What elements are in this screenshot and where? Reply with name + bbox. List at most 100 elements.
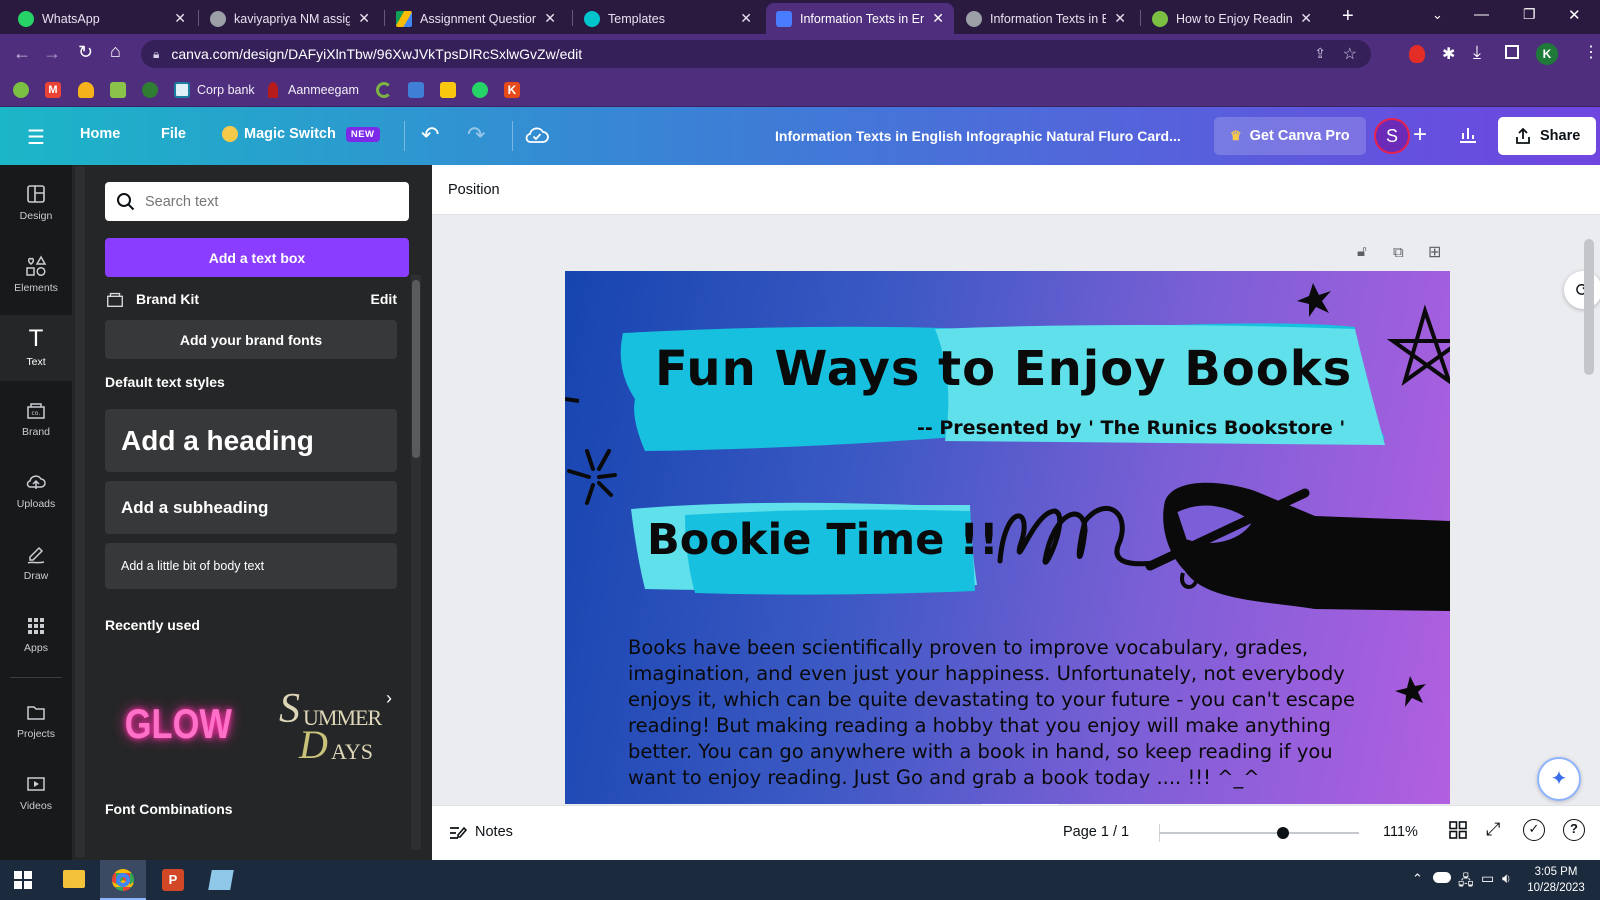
back-icon[interactable]: ←: [13, 43, 31, 64]
side-panel-icon[interactable]: [1505, 45, 1519, 59]
bookmark-item[interactable]: [376, 81, 392, 99]
home-icon[interactable]: ⌂: [110, 41, 121, 62]
zoom-level[interactable]: 111%: [1383, 824, 1418, 840]
magic-switch-button[interactable]: Magic Switch NEW: [222, 126, 380, 142]
taskbar-chrome-active[interactable]: [100, 860, 146, 900]
browser-tab[interactable]: kaviyapriya NM assign ✕: [200, 3, 380, 34]
recent-font-glow[interactable]: GLOW: [105, 649, 252, 799]
panel-scrollbar[interactable]: [411, 275, 421, 850]
analytics-icon[interactable]: [1458, 124, 1478, 144]
bookmark-aanmeegam[interactable]: Aanmeegam: [268, 81, 359, 99]
bookmark-item[interactable]: [472, 81, 488, 99]
carousel-next-icon[interactable]: ›: [377, 688, 401, 712]
add-brand-fonts-button[interactable]: Add your brand fonts: [105, 320, 397, 359]
search-input[interactable]: [145, 193, 385, 210]
workspace-scrollbar[interactable]: [1584, 225, 1594, 795]
add-subheading-button[interactable]: Add a subheading: [105, 481, 397, 534]
undo-icon[interactable]: ↶: [421, 122, 439, 148]
close-tab-icon[interactable]: ✕: [358, 10, 370, 27]
position-button[interactable]: Position: [448, 182, 500, 198]
close-tab-icon[interactable]: ✕: [1114, 10, 1126, 27]
magic-assistant-icon[interactable]: ✦: [1537, 757, 1581, 801]
share-page-icon[interactable]: ⇪: [1314, 45, 1326, 62]
workspace-scrollbar-thumb[interactable]: [1584, 239, 1594, 375]
page-indicator[interactable]: Page 1 / 1: [1063, 824, 1129, 840]
help-icon[interactable]: ?: [1563, 819, 1585, 841]
restore-icon[interactable]: ❐: [1523, 6, 1536, 23]
design-title[interactable]: Information Texts in English Infographic…: [775, 128, 1181, 144]
notes-button[interactable]: Notes: [448, 823, 513, 841]
bookmark-item[interactable]: [78, 81, 94, 99]
rail-item-elements[interactable]: Elements: [0, 243, 72, 305]
redo-icon[interactable]: ↷: [467, 122, 485, 148]
add-text-box-button[interactable]: Add a text box: [105, 238, 409, 277]
menu-icon[interactable]: ☰: [27, 125, 45, 150]
cloud-saved-icon[interactable]: [525, 125, 549, 145]
zoom-slider[interactable]: [1159, 827, 1359, 839]
close-window-icon[interactable]: ✕: [1568, 6, 1581, 24]
refresh-design-icon[interactable]: ⟳: [1564, 271, 1600, 309]
forward-icon[interactable]: →: [43, 43, 61, 64]
share-button[interactable]: Share: [1498, 117, 1597, 155]
tab-search-icon[interactable]: ⌄: [1432, 7, 1443, 23]
rail-item-projects[interactable]: Projects: [0, 689, 72, 751]
bookmark-corp-bank[interactable]: Corp bank: [174, 81, 255, 99]
rail-item-videos[interactable]: Videos: [0, 761, 72, 823]
close-tab-icon[interactable]: ✕: [740, 10, 752, 27]
grid-view-icon[interactable]: [1449, 821, 1467, 839]
network-icon[interactable]: 🖧︎: [1458, 870, 1474, 894]
new-tab-icon[interactable]: +: [1342, 5, 1354, 28]
browser-tab[interactable]: Assignment Questions ✕: [386, 3, 566, 34]
rail-item-brand[interactable]: co. Brand: [0, 387, 72, 449]
browser-tab[interactable]: Templates ✕: [574, 3, 762, 34]
powerpoint-icon[interactable]: P: [162, 869, 184, 891]
bookmark-star-icon[interactable]: ☆: [1343, 44, 1357, 64]
panel-scrollbar-thumb[interactable]: [412, 280, 420, 458]
lock-page-icon[interactable]: 🔓︎: [1357, 243, 1367, 260]
search-box[interactable]: [105, 182, 409, 221]
rail-item-apps[interactable]: Apps: [0, 603, 72, 665]
app-icon[interactable]: [208, 870, 234, 890]
file-menu[interactable]: File: [161, 126, 186, 142]
close-tab-icon[interactable]: ✕: [932, 10, 944, 27]
close-tab-icon[interactable]: ✕: [544, 10, 556, 27]
chrome-menu-icon[interactable]: ⋮: [1583, 42, 1599, 62]
user-avatar[interactable]: S: [1374, 118, 1410, 154]
body-text-block[interactable]: Books have been scientifically proven to…: [628, 635, 1388, 791]
brand-kit-edit-link[interactable]: Edit: [371, 291, 397, 307]
home-button[interactable]: Home: [80, 126, 120, 142]
bookmark-item[interactable]: [110, 81, 126, 99]
file-explorer-icon[interactable]: [63, 870, 85, 888]
bookmark-item[interactable]: [440, 81, 456, 99]
bookmark-item[interactable]: [408, 81, 424, 99]
rail-item-text[interactable]: T Text: [0, 315, 72, 381]
browser-tab[interactable]: How to Enjoy Reading ✕: [1142, 3, 1322, 34]
rail-scrollbar[interactable]: [75, 167, 85, 857]
check-icon[interactable]: ✓: [1523, 819, 1545, 841]
add-body-text-button[interactable]: Add a little bit of body text: [105, 543, 397, 589]
reload-icon[interactable]: ↻: [78, 42, 93, 63]
zoom-slider-handle[interactable]: [1277, 827, 1289, 839]
bookmark-item[interactable]: [142, 81, 158, 99]
bookmark-item[interactable]: K: [504, 81, 520, 99]
add-heading-button[interactable]: Add a heading: [105, 409, 397, 472]
profile-avatar[interactable]: K: [1536, 43, 1558, 65]
clock[interactable]: 3:05 PM 10/28/2023: [1526, 864, 1586, 896]
duplicate-page-icon[interactable]: ⧉: [1393, 244, 1404, 261]
download-icon[interactable]: ⤓: [1473, 42, 1481, 63]
get-canva-pro-button[interactable]: ♛ Get Canva Pro: [1214, 117, 1366, 155]
add-page-icon[interactable]: ⊞: [1428, 242, 1441, 262]
design-page[interactable]: Fun Ways to Enjoy Books -- Presented by …: [565, 271, 1450, 804]
close-tab-icon[interactable]: ✕: [174, 10, 186, 27]
extension-red-icon[interactable]: [1409, 45, 1425, 63]
tray-chevron-icon[interactable]: ⌃: [1412, 871, 1423, 887]
onedrive-icon[interactable]: [1433, 872, 1451, 883]
url-text[interactable]: canva.com/design/DAFyiXlnTbw/96XwJVkTpsD…: [171, 46, 582, 62]
close-tab-icon[interactable]: ✕: [1300, 10, 1312, 27]
volume-icon[interactable]: 🔉︎: [1502, 870, 1511, 887]
bookmark-item[interactable]: M: [45, 81, 61, 99]
recent-font-summer-days[interactable]: S UMMER D AYS: [271, 649, 411, 799]
address-bar[interactable]: 🔒︎ canva.com/design/DAFyiXlnTbw/96XwJVkT…: [141, 40, 1371, 68]
add-collaborator-icon[interactable]: +: [1413, 121, 1427, 149]
fullscreen-icon[interactable]: ⤢: [1486, 819, 1500, 840]
